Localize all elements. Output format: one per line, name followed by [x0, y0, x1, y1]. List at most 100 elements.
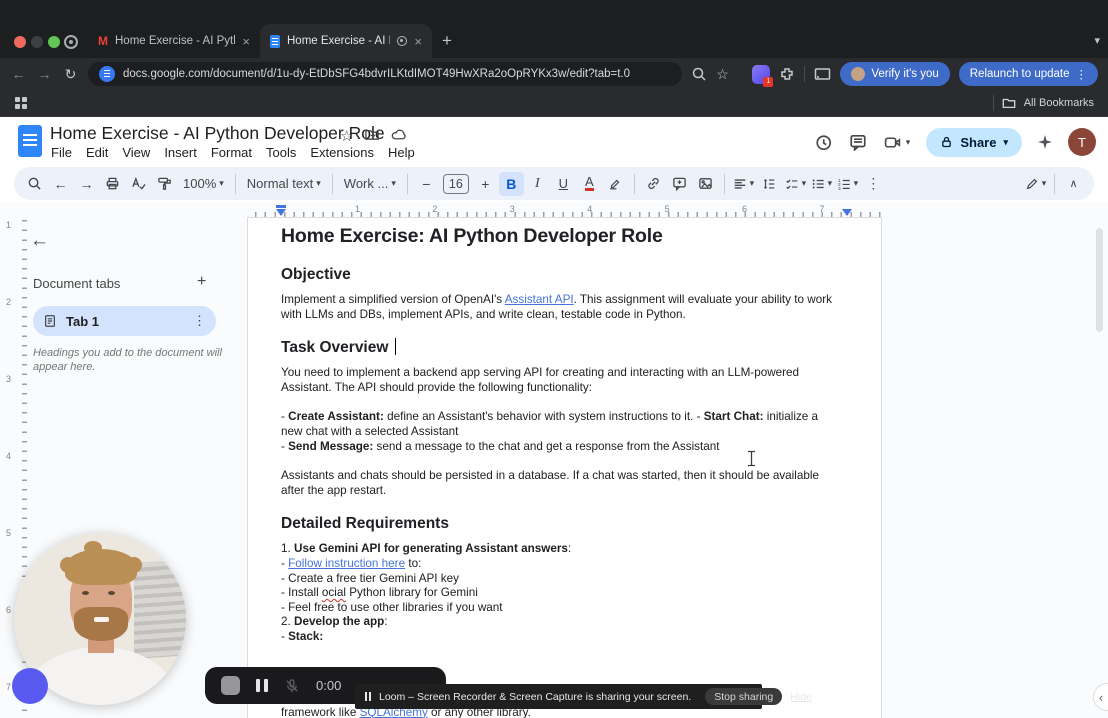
all-bookmarks-button[interactable]: All Bookmarks: [992, 95, 1094, 111]
menu-file[interactable]: File: [44, 145, 79, 160]
doc-link[interactable]: Assistant API: [505, 293, 574, 306]
menu-extensions[interactable]: Extensions: [303, 145, 381, 160]
italic-button[interactable]: I: [525, 172, 550, 196]
relaunch-label: Relaunch to update: [969, 68, 1070, 80]
insert-image-icon[interactable]: [693, 172, 718, 196]
minimize-window-button[interactable]: [31, 36, 43, 48]
menu-insert[interactable]: Insert: [157, 145, 204, 160]
close-outline-panel-button[interactable]: ←: [30, 230, 49, 252]
version-history-icon[interactable]: [814, 133, 833, 152]
menu-edit[interactable]: Edit: [79, 145, 115, 160]
bulleted-list-select[interactable]: ▾: [809, 172, 834, 196]
caret-down-icon[interactable]: ▾: [1003, 137, 1008, 148]
reload-icon[interactable]: ↻: [62, 66, 79, 83]
share-label: Share: [960, 134, 997, 150]
cloud-saved-icon[interactable]: [390, 127, 407, 142]
right-indent-marker[interactable]: [842, 209, 852, 216]
align-left-select[interactable]: ▾: [731, 172, 756, 196]
first-line-indent-marker[interactable]: [276, 205, 286, 208]
side-panel-collapse-button[interactable]: ‹: [1093, 683, 1108, 711]
toolbar-more-icon[interactable]: ⋮: [861, 172, 886, 196]
checklist-select[interactable]: ▾: [783, 172, 808, 196]
font-size-input[interactable]: 16: [442, 173, 469, 194]
menu-tools[interactable]: Tools: [259, 145, 303, 160]
search-menus-icon[interactable]: [22, 172, 47, 196]
document-page[interactable]: Home Exercise: AI Python Developer Role O…: [247, 217, 882, 718]
menu-view[interactable]: View: [115, 145, 157, 160]
sidebar-item-tab1[interactable]: Tab 1 ⋮: [33, 306, 216, 336]
relaunch-to-update-button[interactable]: Relaunch to update ⋮: [958, 62, 1098, 86]
increase-font-size-button[interactable]: +: [473, 172, 498, 196]
cast-icon[interactable]: [814, 66, 831, 82]
close-tab-icon[interactable]: ×: [242, 34, 250, 49]
new-tab-button[interactable]: +: [442, 31, 452, 51]
numbered-list-select[interactable]: 123 ▾: [835, 172, 860, 196]
bookmark-star-icon[interactable]: ☆: [716, 66, 729, 83]
tab-search-icon[interactable]: ▾: [1094, 34, 1100, 47]
left-indent-marker[interactable]: [276, 209, 286, 216]
underline-button[interactable]: U: [551, 172, 576, 196]
add-tab-button[interactable]: +: [197, 273, 206, 291]
pause-recording-button[interactable]: [256, 679, 268, 692]
browser-tab-docs[interactable]: Home Exercise - AI Pytho ×: [260, 24, 432, 58]
bold-button[interactable]: B: [498, 171, 524, 196]
doc-text: ocial: [321, 586, 346, 600]
share-button[interactable]: Share ▾: [926, 127, 1022, 157]
paint-format-icon[interactable]: [152, 172, 177, 196]
browser-tab-gmail[interactable]: M Home Exercise - AI Python D ×: [88, 24, 260, 58]
address-bar[interactable]: docs.google.com/document/d/1u-dy-EtDbSFG…: [88, 62, 683, 86]
editing-mode-select[interactable]: ▾: [1023, 172, 1048, 196]
menu-help[interactable]: Help: [381, 145, 422, 160]
add-comment-icon[interactable]: [667, 172, 692, 196]
document-title[interactable]: Home Exercise - AI Python Developer Role: [50, 123, 385, 144]
account-avatar[interactable]: T: [1068, 128, 1096, 156]
paragraph-style-select[interactable]: Normal text ▾: [242, 172, 326, 196]
doc-text: to:: [405, 556, 422, 570]
maximize-window-button[interactable]: [48, 36, 60, 48]
undo-icon[interactable]: ←: [48, 172, 73, 196]
gemini-sparkle-icon[interactable]: [1038, 135, 1052, 149]
move-to-folder-icon[interactable]: [364, 127, 380, 142]
close-window-button[interactable]: [14, 36, 26, 48]
menu-format[interactable]: Format: [204, 145, 259, 160]
text-caret: [394, 338, 397, 356]
caret-down-icon: ▾: [219, 178, 224, 188]
loom-reaction-blob[interactable]: [12, 668, 48, 704]
print-icon[interactable]: [100, 172, 125, 196]
highlight-color-icon[interactable]: [603, 172, 628, 196]
font-select[interactable]: Work ... ▾: [339, 172, 401, 196]
comments-icon[interactable]: [849, 133, 867, 151]
browser-menu-icon[interactable]: ⋮: [1076, 67, 1088, 81]
zoom-select[interactable]: 100% ▾: [178, 172, 229, 196]
hide-banner-link[interactable]: Hide: [790, 691, 812, 703]
doc-link[interactable]: Follow instruction here: [288, 557, 405, 570]
google-docs-logo[interactable]: [18, 125, 42, 157]
extensions-puzzle-icon[interactable]: [779, 66, 795, 82]
collapse-toolbar-icon[interactable]: ∧: [1061, 172, 1086, 196]
ruler-number: 5: [6, 528, 12, 538]
zoom-search-icon[interactable]: [691, 66, 707, 82]
forward-icon[interactable]: →: [36, 66, 53, 82]
meet-video-call-button[interactable]: ▾: [883, 134, 910, 151]
text-color-button[interactable]: A: [577, 172, 602, 196]
redo-icon[interactable]: →: [74, 172, 99, 196]
decrease-font-size-button[interactable]: −: [414, 172, 439, 196]
verify-its-you-button[interactable]: Verify it's you: [840, 62, 950, 86]
apps-grid-icon[interactable]: [14, 96, 28, 110]
loom-extension-icon[interactable]: 1: [752, 64, 774, 87]
line-spacing-icon[interactable]: [757, 172, 782, 196]
stop-recording-button[interactable]: [221, 676, 240, 695]
sharing-pause-icon: [365, 692, 371, 701]
document-content[interactable]: Home Exercise: AI Python Developer Role O…: [248, 218, 881, 718]
stop-sharing-button[interactable]: Stop sharing: [705, 688, 783, 705]
caret-down-icon: ▾: [316, 178, 321, 188]
mic-muted-icon[interactable]: [284, 678, 300, 694]
back-icon[interactable]: ←: [10, 66, 27, 82]
close-tab-icon[interactable]: ×: [414, 34, 422, 49]
url-text: docs.google.com/document/d/1u-dy-EtDbSFG…: [123, 68, 631, 80]
scrollbar-thumb[interactable]: [1096, 228, 1103, 332]
star-document-icon[interactable]: ☆: [340, 127, 353, 145]
insert-link-icon[interactable]: [641, 172, 666, 196]
spelling-check-icon[interactable]: [126, 172, 151, 196]
tab-options-icon[interactable]: ⋮: [193, 313, 206, 329]
